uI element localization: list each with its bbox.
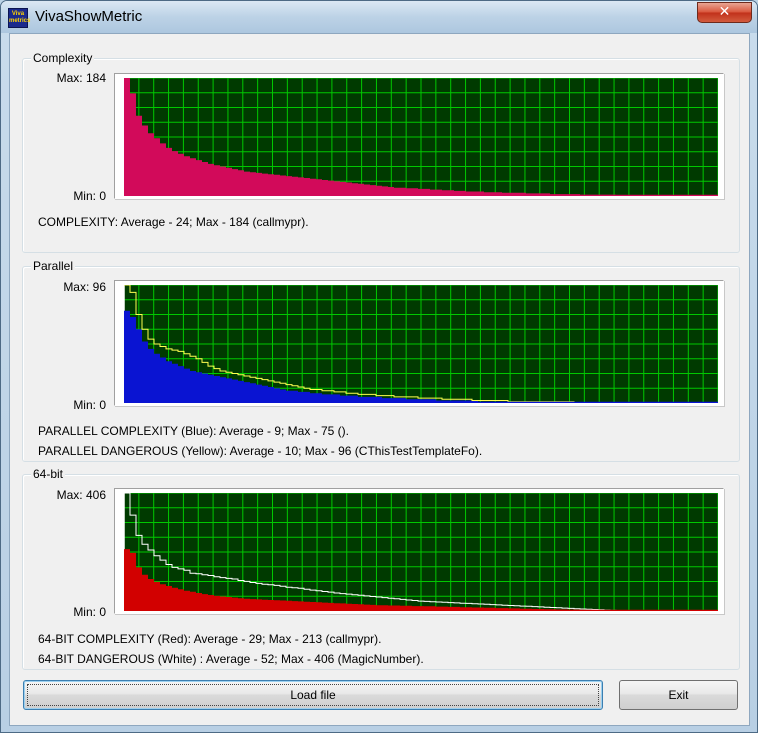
- exit-button[interactable]: Exit: [619, 680, 738, 710]
- group-label: Complexity: [31, 51, 95, 65]
- parallel-plot: [114, 280, 724, 406]
- exit-label: Exit: [668, 688, 689, 702]
- axis-max-label: Max: 96: [63, 280, 106, 294]
- stat-line: PARALLEL DANGEROUS (Yellow): Average - 1…: [38, 444, 483, 458]
- bit64-chart: [123, 493, 718, 611]
- application-window: Viva metrics VivaShowMetric ✕ Complexity…: [0, 0, 758, 733]
- dialog-client-area: Complexity Max: 184 Min: 0 COMPLEXITY: A…: [9, 33, 750, 726]
- complexity-group: Complexity Max: 184 Min: 0 COMPLEXITY: A…: [22, 51, 740, 253]
- bit64-group: 64-bit Max: 406 Min: 0 64-BIT COMPLEXITY…: [22, 467, 740, 670]
- axis-min-label: Min: 0: [73, 189, 106, 203]
- complexity-chart: [123, 78, 718, 196]
- axis-min-label: Min: 0: [73, 398, 106, 412]
- group-label: Parallel: [31, 259, 76, 273]
- axis-min-label: Min: 0: [73, 605, 106, 619]
- stat-line: 64-BIT DANGEROUS (White) : Average - 52;…: [38, 652, 424, 666]
- axis-max-label: Max: 184: [56, 71, 106, 85]
- axis-max-label: Max: 406: [56, 488, 106, 502]
- parallel-chart: [123, 285, 718, 403]
- complexity-plot: [114, 73, 724, 199]
- load-file-button[interactable]: Load file: [23, 680, 603, 710]
- stat-line: 64-BIT COMPLEXITY (Red): Average - 29; M…: [38, 632, 382, 646]
- stat-line: PARALLEL COMPLEXITY (Blue): Average - 9;…: [38, 424, 350, 438]
- title-bar[interactable]: Viva metrics VivaShowMetric ✕: [1, 1, 757, 33]
- parallel-group: Parallel Max: 96 Min: 0 PARALLEL COMPLEX…: [22, 259, 740, 462]
- close-button[interactable]: ✕: [697, 2, 752, 23]
- stat-line: COMPLEXITY: Average - 24; Max - 184 (cal…: [38, 215, 309, 229]
- app-logo-icon: Viva metrics: [8, 8, 30, 28]
- window-title: VivaShowMetric: [35, 8, 143, 25]
- bit64-plot: [114, 488, 724, 614]
- focus-rectangle: [27, 684, 599, 706]
- group-label: 64-bit: [31, 467, 66, 481]
